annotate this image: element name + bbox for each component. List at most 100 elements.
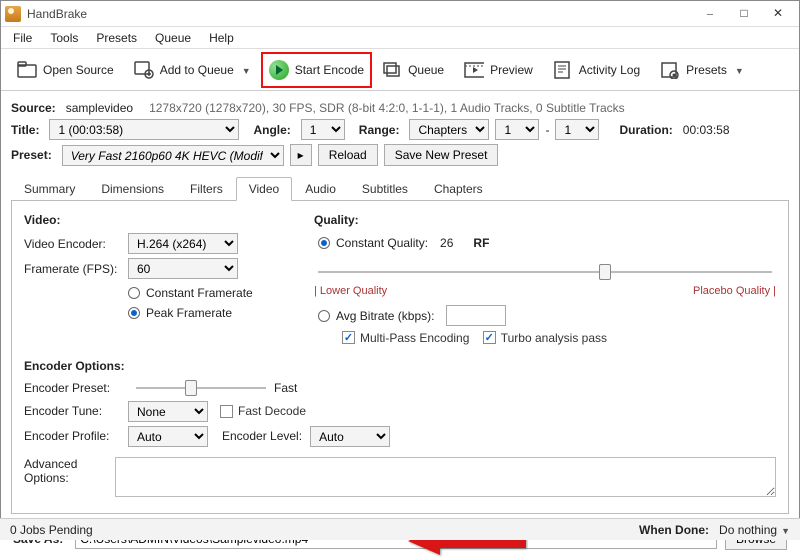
encoder-preset-value: Fast (274, 381, 297, 395)
source-row: Source: samplevideo 1278x720 (1278x720),… (11, 101, 789, 115)
preview-label: Preview (490, 63, 533, 77)
video-encoder-select[interactable]: H.264 (x264) (128, 233, 238, 254)
preset-label: Preset: (11, 148, 52, 162)
presets-button[interactable]: Presets ▼ (650, 54, 754, 86)
title-select[interactable]: 1 (00:03:58) (49, 119, 239, 140)
framerate-select[interactable]: 60 (128, 258, 238, 279)
encoder-tune-label: Encoder Tune: (24, 404, 128, 418)
preset-select[interactable]: Very Fast 2160p60 4K HEVC (Modified) (62, 145, 284, 166)
duration-label: Duration: (619, 123, 672, 137)
main-content: Source: samplevideo 1278x720 (1278x720),… (1, 91, 799, 550)
encoder-preset-slider[interactable] (136, 379, 266, 397)
tab-audio[interactable]: Audio (292, 177, 349, 201)
title-label: Title: (11, 123, 39, 137)
activity-log-label: Activity Log (579, 63, 640, 77)
menu-tools[interactable]: Tools (42, 29, 86, 47)
chevron-down-icon: ▼ (242, 66, 251, 76)
activity-log-icon (553, 60, 573, 80)
lower-quality-label: | Lower Quality (314, 285, 387, 297)
multipass-checkbox[interactable]: ✓Multi-Pass Encoding (342, 331, 469, 345)
cq-label: Constant Quality: (336, 236, 428, 250)
source-name: samplevideo (66, 101, 133, 115)
preset-row: Preset: Very Fast 2160p60 4K HEVC (Modif… (11, 144, 789, 166)
chevron-down-icon[interactable]: ▼ (781, 526, 790, 536)
presets-label: Presets (686, 63, 727, 77)
range-to-select[interactable]: 1 (555, 119, 599, 140)
video-encoder-label: Video Encoder: (24, 237, 128, 251)
when-done-value: Do nothing (719, 523, 777, 537)
tab-summary[interactable]: Summary (11, 177, 88, 201)
turbo-checkbox[interactable]: ✓Turbo analysis pass (483, 331, 607, 345)
open-source-icon (17, 60, 37, 80)
encoder-tune-select[interactable]: None (128, 401, 208, 422)
status-bar: 0 Jobs Pending When Done: Do nothing ▼ (0, 518, 800, 540)
angle-label: Angle: (253, 123, 290, 137)
menu-presets[interactable]: Presets (88, 29, 145, 47)
cq-value: 26 (440, 236, 453, 250)
range-label: Range: (359, 123, 400, 137)
encoder-level-select[interactable]: Auto (310, 426, 390, 447)
range-from-select[interactable]: 1 (495, 119, 539, 140)
constant-framerate-radio[interactable]: Constant Framerate (128, 286, 253, 300)
play-icon (269, 60, 289, 80)
placebo-quality-label: Placebo Quality | (693, 285, 776, 297)
jobs-pending-label: 0 Jobs Pending (10, 523, 93, 537)
avg-bitrate-radio[interactable]: Avg Bitrate (kbps): (318, 305, 506, 326)
add-to-queue-label: Add to Queue (160, 63, 234, 77)
advanced-options-input[interactable] (115, 457, 776, 497)
pfr-label: Peak Framerate (146, 306, 232, 320)
tab-video[interactable]: Video (236, 177, 292, 201)
queue-button[interactable]: Queue (372, 54, 454, 86)
encoder-profile-label: Encoder Profile: (24, 429, 128, 443)
tab-chapters[interactable]: Chapters (421, 177, 496, 201)
app-icon (5, 6, 21, 22)
minimize-button[interactable]: – (693, 2, 727, 26)
angle-select[interactable]: 1 (301, 119, 345, 140)
tab-subtitles[interactable]: Subtitles (349, 177, 421, 201)
peak-framerate-radio[interactable]: Peak Framerate (128, 306, 232, 320)
turbo-label: Turbo analysis pass (501, 331, 607, 345)
close-button[interactable]: ✕ (761, 2, 795, 26)
avg-bitrate-input[interactable] (446, 305, 506, 326)
range-type-select[interactable]: Chapters (409, 119, 489, 140)
menu-file[interactable]: File (5, 29, 40, 47)
reload-button[interactable]: Reload (318, 144, 378, 166)
toolbar: Open Source Add to Queue ▼ Start Encode … (1, 49, 799, 91)
quality-slider[interactable] (318, 263, 772, 281)
menu-queue[interactable]: Queue (147, 29, 199, 47)
add-to-queue-button[interactable]: Add to Queue ▼ (124, 54, 261, 86)
multipass-label: Multi-Pass Encoding (360, 331, 469, 345)
avg-bitrate-label: Avg Bitrate (kbps): (336, 309, 434, 323)
menu-bar: File Tools Presets Queue Help (1, 27, 799, 49)
start-encode-button[interactable]: Start Encode (261, 52, 372, 88)
window-title: HandBrake (27, 7, 693, 21)
activity-log-button[interactable]: Activity Log (543, 54, 650, 86)
encoder-profile-select[interactable]: Auto (128, 426, 208, 447)
maximize-button[interactable]: □ (727, 2, 761, 26)
preset-expand-button[interactable]: ▸ (290, 144, 312, 166)
save-new-preset-button[interactable]: Save New Preset (384, 144, 499, 166)
start-encode-label: Start Encode (295, 63, 364, 77)
chevron-down-icon: ▼ (735, 66, 744, 76)
open-source-button[interactable]: Open Source (7, 54, 124, 86)
title-bar: HandBrake – □ ✕ (1, 1, 799, 27)
advanced-options-label: Advanced Options: (24, 457, 115, 485)
add-to-queue-icon (134, 60, 154, 80)
when-done-label: When Done: (639, 523, 709, 537)
fast-decode-checkbox[interactable]: Fast Decode (220, 404, 306, 418)
quality-section-label: Quality: (314, 213, 776, 227)
constant-quality-radio[interactable]: Constant Quality: 26 RF (318, 236, 489, 250)
range-dash: - (545, 123, 549, 137)
preview-button[interactable]: Preview (454, 54, 543, 86)
fast-decode-label: Fast Decode (238, 404, 306, 418)
tab-filters[interactable]: Filters (177, 177, 236, 201)
queue-label: Queue (408, 63, 444, 77)
encoder-preset-label: Encoder Preset: (24, 381, 128, 395)
tab-dimensions[interactable]: Dimensions (88, 177, 177, 201)
encoder-level-label: Encoder Level: (222, 429, 302, 443)
tabs: Summary Dimensions Filters Video Audio S… (11, 176, 789, 201)
video-section-label: Video: (24, 213, 284, 227)
presets-icon (660, 60, 680, 80)
preview-icon (464, 60, 484, 80)
menu-help[interactable]: Help (201, 29, 242, 47)
